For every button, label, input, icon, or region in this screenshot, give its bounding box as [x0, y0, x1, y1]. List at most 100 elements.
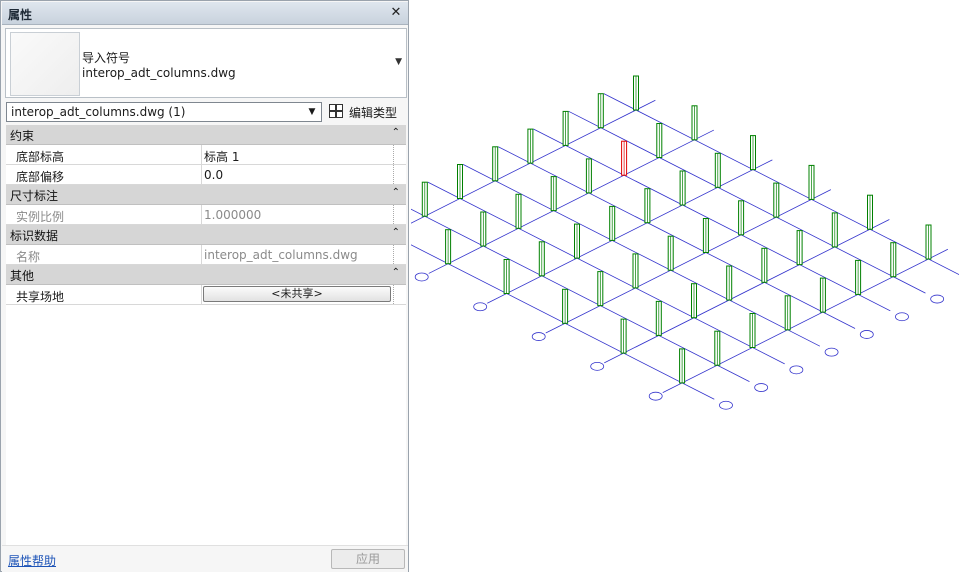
column[interactable] — [562, 110, 569, 146]
column[interactable] — [925, 224, 932, 260]
column[interactable] — [550, 176, 557, 212]
column[interactable] — [726, 265, 733, 301]
column[interactable] — [691, 105, 698, 141]
category-other[interactable]: 其他 ⌃ — [6, 265, 406, 285]
column[interactable] — [819, 277, 826, 313]
property-value: interop_adt_columns.dwg — [204, 248, 358, 262]
grid-bubble[interactable] — [859, 330, 874, 339]
grid-line[interactable] — [370, 99, 656, 244]
column-divider — [201, 205, 202, 224]
column[interactable] — [679, 348, 686, 384]
column[interactable] — [784, 295, 791, 331]
properties-help-link[interactable]: 属性帮助 — [8, 552, 56, 569]
edit-type-label: 编辑类型 — [349, 106, 398, 120]
shared-site-button[interactable]: <未共享> — [203, 286, 391, 302]
properties-grid: 约束 ⌃ 底部标高 标高 1 底部偏移 0.0 尺寸标注 ⌃ 实例比例 1.00… — [6, 125, 406, 545]
close-icon[interactable]: ✕ — [388, 5, 404, 21]
instance-filter-dropdown[interactable]: interop_adt_columns.dwg (1) ▼ — [6, 102, 322, 122]
column[interactable] — [796, 230, 803, 266]
category-label: 约束 — [10, 129, 35, 143]
column[interactable] — [714, 330, 721, 366]
edit-type-button[interactable]: 编辑类型 — [327, 101, 405, 123]
property-row-base-level[interactable]: 底部标高 标高 1 — [6, 145, 406, 165]
column[interactable] — [702, 218, 709, 253]
column[interactable] — [633, 75, 639, 111]
property-row-base-offset[interactable]: 底部偏移 0.0 — [6, 165, 406, 185]
column[interactable] — [492, 146, 499, 182]
property-value[interactable]: 标高 1 — [204, 148, 239, 165]
column[interactable] — [597, 271, 604, 307]
palette-titlebar[interactable]: 属性 ✕ — [2, 2, 408, 25]
chevron-down-icon[interactable]: ▼ — [305, 103, 319, 121]
column[interactable] — [503, 259, 510, 294]
column[interactable] — [867, 194, 873, 230]
type-selector-dropdown-icon[interactable]: ▼ — [395, 57, 402, 67]
column[interactable] — [445, 229, 452, 265]
column[interactable] — [679, 170, 686, 206]
column[interactable] — [562, 288, 569, 324]
grid-bubble[interactable] — [719, 400, 733, 410]
3d-view-canvas[interactable] — [356, 0, 959, 574]
grid-bubble[interactable] — [930, 294, 945, 304]
grid-line[interactable] — [662, 248, 949, 393]
column[interactable] — [585, 158, 592, 194]
column[interactable] — [421, 181, 428, 217]
property-value[interactable]: 0.0 — [204, 168, 223, 182]
column[interactable] — [655, 300, 662, 336]
property-name: 底部偏移 — [16, 170, 65, 184]
grid-bubble[interactable] — [824, 347, 839, 357]
column[interactable] — [527, 128, 534, 164]
collapse-icon[interactable]: ⌃ — [392, 267, 400, 278]
type-selector[interactable]: 导入符号 interop_adt_columns.dwg ▼ — [5, 28, 407, 98]
grid-line[interactable] — [392, 199, 750, 382]
column[interactable] — [609, 205, 616, 241]
column[interactable] — [749, 313, 756, 348]
column[interactable] — [714, 152, 721, 188]
column[interactable] — [538, 241, 545, 277]
3d-view-drawing[interactable] — [356, 0, 959, 574]
column[interactable] — [890, 242, 897, 278]
property-row-shared-site[interactable]: 共享场地 <未共享> — [6, 285, 406, 305]
grid-bubble[interactable] — [531, 332, 546, 341]
grid-bubble[interactable] — [754, 383, 769, 392]
type-name-label: interop_adt_columns.dwg — [82, 66, 236, 80]
column[interactable] — [761, 247, 768, 283]
column[interactable] — [656, 123, 663, 158]
column[interactable] — [515, 193, 522, 229]
column[interactable] — [831, 212, 838, 248]
column[interactable] — [750, 135, 756, 171]
collapse-icon[interactable]: ⌃ — [392, 227, 400, 238]
column[interactable] — [620, 318, 627, 354]
row-edge — [393, 245, 395, 264]
category-dimensions[interactable]: 尺寸标注 ⌃ — [6, 185, 406, 205]
edit-type-icon — [329, 104, 343, 118]
grid-bubble[interactable] — [473, 302, 488, 312]
column[interactable] — [574, 223, 580, 259]
column[interactable] — [738, 200, 745, 236]
column[interactable] — [691, 283, 697, 319]
apply-button[interactable]: 应用 — [331, 549, 405, 569]
column[interactable] — [644, 188, 651, 224]
grid-line[interactable] — [603, 93, 959, 276]
grid-bubble[interactable] — [648, 391, 663, 401]
category-label: 尺寸标注 — [10, 189, 59, 203]
property-name: 实例比例 — [16, 210, 65, 224]
column[interactable] — [597, 93, 604, 129]
grid-bubble[interactable] — [895, 312, 909, 322]
column[interactable] — [855, 259, 862, 295]
column[interactable] — [457, 164, 463, 199]
column[interactable] — [632, 253, 639, 289]
grid-bubble[interactable] — [590, 361, 605, 371]
category-constraints[interactable]: 约束 ⌃ — [6, 125, 406, 145]
column[interactable] — [808, 164, 815, 200]
collapse-icon[interactable]: ⌃ — [392, 187, 400, 198]
column[interactable] — [773, 182, 780, 218]
column-selected[interactable] — [621, 140, 628, 176]
grid-bubble[interactable] — [414, 272, 429, 282]
collapse-icon[interactable]: ⌃ — [392, 127, 400, 138]
column[interactable] — [667, 235, 674, 271]
column[interactable] — [480, 211, 487, 247]
category-identity-data[interactable]: 标识数据 ⌃ — [6, 225, 406, 245]
grid-bubble[interactable] — [789, 365, 804, 375]
grid-line[interactable] — [604, 219, 890, 364]
